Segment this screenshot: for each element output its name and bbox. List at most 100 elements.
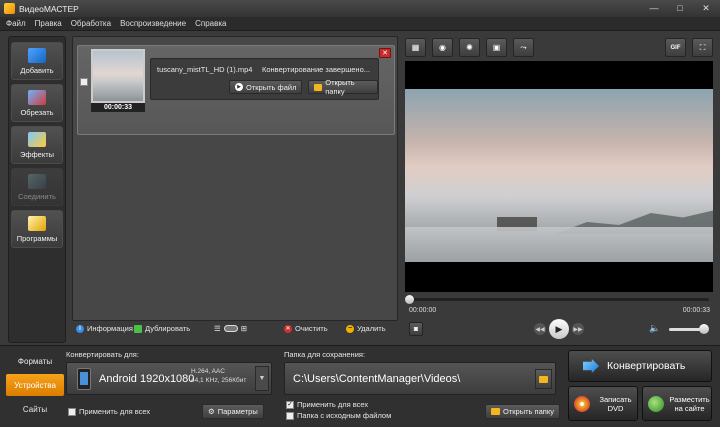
window-title: ВидеоМАСТЕР: [19, 3, 79, 14]
open-folder-label: Открыть папку: [325, 78, 355, 96]
duplicate-label: Дублировать: [145, 324, 191, 333]
delete-icon: −: [346, 324, 354, 333]
speed-icon[interactable]: ⤳: [513, 38, 534, 57]
open-file-button[interactable]: ▶ Открыть файл: [229, 80, 303, 94]
effects-button[interactable]: Эффекты: [11, 126, 63, 164]
menu-file[interactable]: Файл: [6, 19, 26, 28]
trim-button[interactable]: Обрезать: [11, 84, 63, 122]
android-phone-icon: [77, 368, 91, 390]
minimize-button[interactable]: —: [644, 2, 664, 14]
play-icon[interactable]: ▶: [549, 319, 569, 339]
info-button[interactable]: i Информация: [76, 324, 133, 333]
checkbox-box[interactable]: [286, 411, 294, 420]
source-folder-checkbox[interactable]: Папка с исходным файлом: [286, 411, 391, 420]
chevron-down-icon[interactable]: ▼: [255, 366, 269, 391]
profile-specs-codec: H.264, AAC: [191, 368, 225, 375]
save-path-field[interactable]: C:\Users\ContentManager\Videos\: [284, 362, 556, 395]
globe-icon: [648, 395, 664, 412]
menu-edit[interactable]: Правка: [35, 19, 62, 28]
save-folder-label: Папка для сохранения:: [284, 350, 366, 359]
previous-icon[interactable]: ◀◀: [534, 323, 546, 335]
parameters-button[interactable]: ⚙ Параметры: [202, 404, 264, 419]
play-circle-icon: ▶: [235, 83, 243, 91]
profile-specs-audio: 44,1 KHz, 256Кбит: [191, 377, 247, 384]
folder-icon: [491, 408, 500, 415]
burn-dvd-button[interactable]: Записать DVD: [568, 386, 638, 421]
convert-button[interactable]: Конвертировать: [568, 350, 712, 382]
apply-all-folder-checkbox[interactable]: ✓ Применить для всех: [286, 400, 368, 409]
clear-label: Очистить: [295, 324, 328, 333]
action-panel: Конвертировать Записать DVD Разместить н…: [568, 350, 714, 424]
effects-label: Эффекты: [19, 149, 55, 159]
convert-arrow-icon: [583, 359, 599, 373]
list-view-icon: ☰: [214, 324, 221, 333]
playback-controls: ◙ ◀◀ ▶ ▶▶ 🔈: [405, 318, 713, 340]
duplicate-button[interactable]: Дублировать: [134, 324, 190, 333]
seek-handle[interactable]: [405, 295, 414, 304]
view-mode-toggle[interactable]: ☰ ⊞: [214, 324, 247, 333]
file-list-item[interactable]: 00:00:33 tuscany_mistTL_HD (1).mp4 Конве…: [77, 45, 395, 135]
total-time: 00:00:33: [682, 307, 710, 314]
add-button[interactable]: Добавить: [11, 42, 63, 80]
bottom-panel: Форматы Устройства Сайты Конвертировать …: [0, 345, 720, 427]
video-frame: [405, 89, 713, 262]
clear-button[interactable]: ✕ Очистить: [284, 324, 328, 333]
menu-playback[interactable]: Воспроизведение: [120, 19, 186, 28]
enhance-icon[interactable]: ▣: [486, 38, 507, 57]
rotate-icon[interactable]: ◉: [432, 38, 453, 57]
view-toggle-switch[interactable]: [223, 325, 238, 332]
browse-folder-button[interactable]: [535, 369, 552, 389]
close-window-button[interactable]: ✕: [696, 2, 716, 14]
volume-icon[interactable]: 🔈: [649, 323, 661, 335]
save-path: C:\Users\ContentManager\Videos\: [293, 373, 461, 385]
remove-file-icon[interactable]: ✕: [379, 48, 391, 58]
video-mist: [405, 227, 713, 262]
publish-button[interactable]: Разместить на сайте: [642, 386, 712, 421]
tab-formats[interactable]: Форматы: [6, 350, 64, 372]
crop-icon[interactable]: ▦: [405, 38, 426, 57]
fullscreen-icon[interactable]: ⛶: [692, 38, 713, 57]
menu-help[interactable]: Справка: [195, 19, 226, 28]
maximize-button[interactable]: □: [670, 2, 690, 14]
brightness-icon[interactable]: ✺: [459, 38, 480, 57]
snapshot-icon[interactable]: ◙: [409, 322, 423, 336]
menu-bar: Файл Правка Обработка Воспроизведение Сп…: [0, 17, 720, 31]
title-bar: ВидеоМАСТЕР — □ ✕: [0, 0, 720, 17]
duplicate-icon: [134, 324, 142, 333]
file-checkbox[interactable]: [80, 78, 88, 86]
next-icon[interactable]: ▶▶: [572, 323, 584, 335]
checkbox-box-checked[interactable]: ✓: [286, 400, 294, 409]
tab-sites[interactable]: Сайты: [6, 398, 64, 420]
checkbox-box[interactable]: [68, 407, 76, 416]
parameters-label: Параметры: [217, 407, 258, 416]
folder-icon: [539, 375, 548, 383]
magic-wand-icon: [28, 131, 46, 147]
source-folder-label: Папка с исходным файлом: [297, 411, 392, 420]
join-icon: [28, 173, 46, 189]
seek-bar[interactable]: [409, 298, 709, 301]
file-list: 00:00:33 tuscany_mistTL_HD (1).mp4 Конве…: [72, 36, 398, 321]
profile-selector[interactable]: Android 1920x1080 H.264, AAC 44,1 KHz, 2…: [66, 362, 272, 395]
category-tabs: Форматы Устройства Сайты: [6, 350, 64, 424]
app-logo-icon: [4, 3, 15, 14]
delete-button[interactable]: − Удалить: [346, 324, 386, 333]
programs-button[interactable]: Программы: [11, 210, 63, 248]
film-add-icon: [28, 47, 46, 63]
programs-label: Программы: [16, 233, 58, 243]
publish-label: Разместить на сайте: [669, 394, 710, 413]
join-button[interactable]: Соединить: [11, 168, 63, 206]
gif-button[interactable]: GIF: [665, 38, 686, 57]
open-output-folder-button[interactable]: Открыть папку: [485, 404, 560, 419]
file-status: Конвертирование завершено...: [262, 65, 370, 74]
tab-devices[interactable]: Устройства: [6, 374, 64, 396]
save-folder-panel: Папка для сохранения: C:\Users\ContentMa…: [284, 350, 560, 424]
profile-specs: H.264, AAC 44,1 KHz, 256Кбит: [191, 367, 246, 385]
join-label: Соединить: [18, 191, 56, 201]
open-folder-button[interactable]: Открыть папку: [308, 78, 378, 96]
apply-all-profile-checkbox[interactable]: Применить для всех: [68, 407, 150, 416]
info-label: Информация: [87, 324, 133, 333]
menu-processing[interactable]: Обработка: [71, 19, 111, 28]
current-time: 00:00:00: [409, 307, 437, 314]
volume-handle[interactable]: [699, 324, 710, 334]
file-name: tuscany_mistTL_HD (1).mp4: [157, 65, 253, 74]
